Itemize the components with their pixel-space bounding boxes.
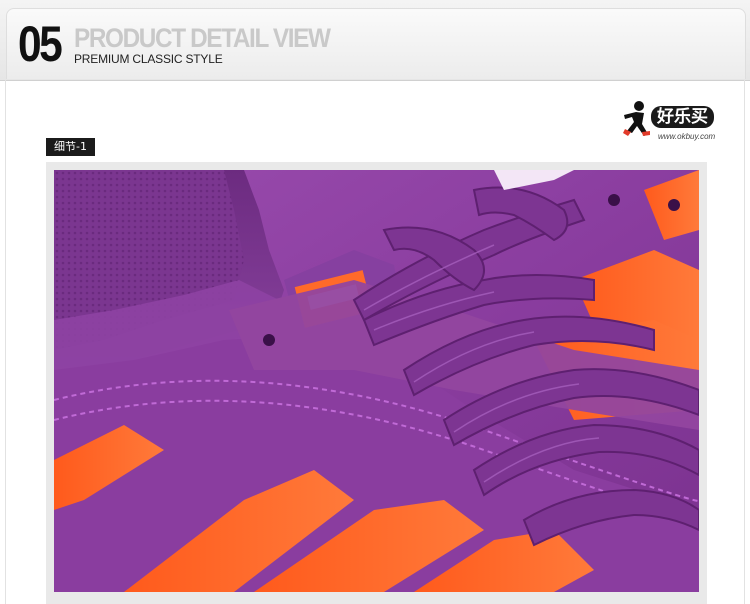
- section-subtitle: PREMIUM CLASSIC STYLE: [74, 52, 223, 66]
- section-number: 05: [18, 16, 63, 72]
- right-divider: [744, 80, 745, 604]
- section-title: PRODUCT DETAIL VIEW: [74, 23, 331, 53]
- detail-label: 细节-1: [46, 138, 95, 156]
- running-man-icon: [623, 101, 650, 136]
- product-detail-page: 05 PRODUCT DETAIL VIEW PREMIUM CLASSIC S…: [0, 0, 750, 604]
- okbuy-logo[interactable]: 好乐买 www.okbuy.com: [620, 98, 724, 142]
- logo-url: www.okbuy.com: [658, 132, 716, 141]
- section-header: 05 PRODUCT DETAIL VIEW PREMIUM CLASSIC S…: [0, 0, 750, 81]
- left-divider: [5, 80, 6, 604]
- logo-wordmark: 好乐买: [651, 106, 714, 128]
- sneaker-photo: [54, 170, 699, 592]
